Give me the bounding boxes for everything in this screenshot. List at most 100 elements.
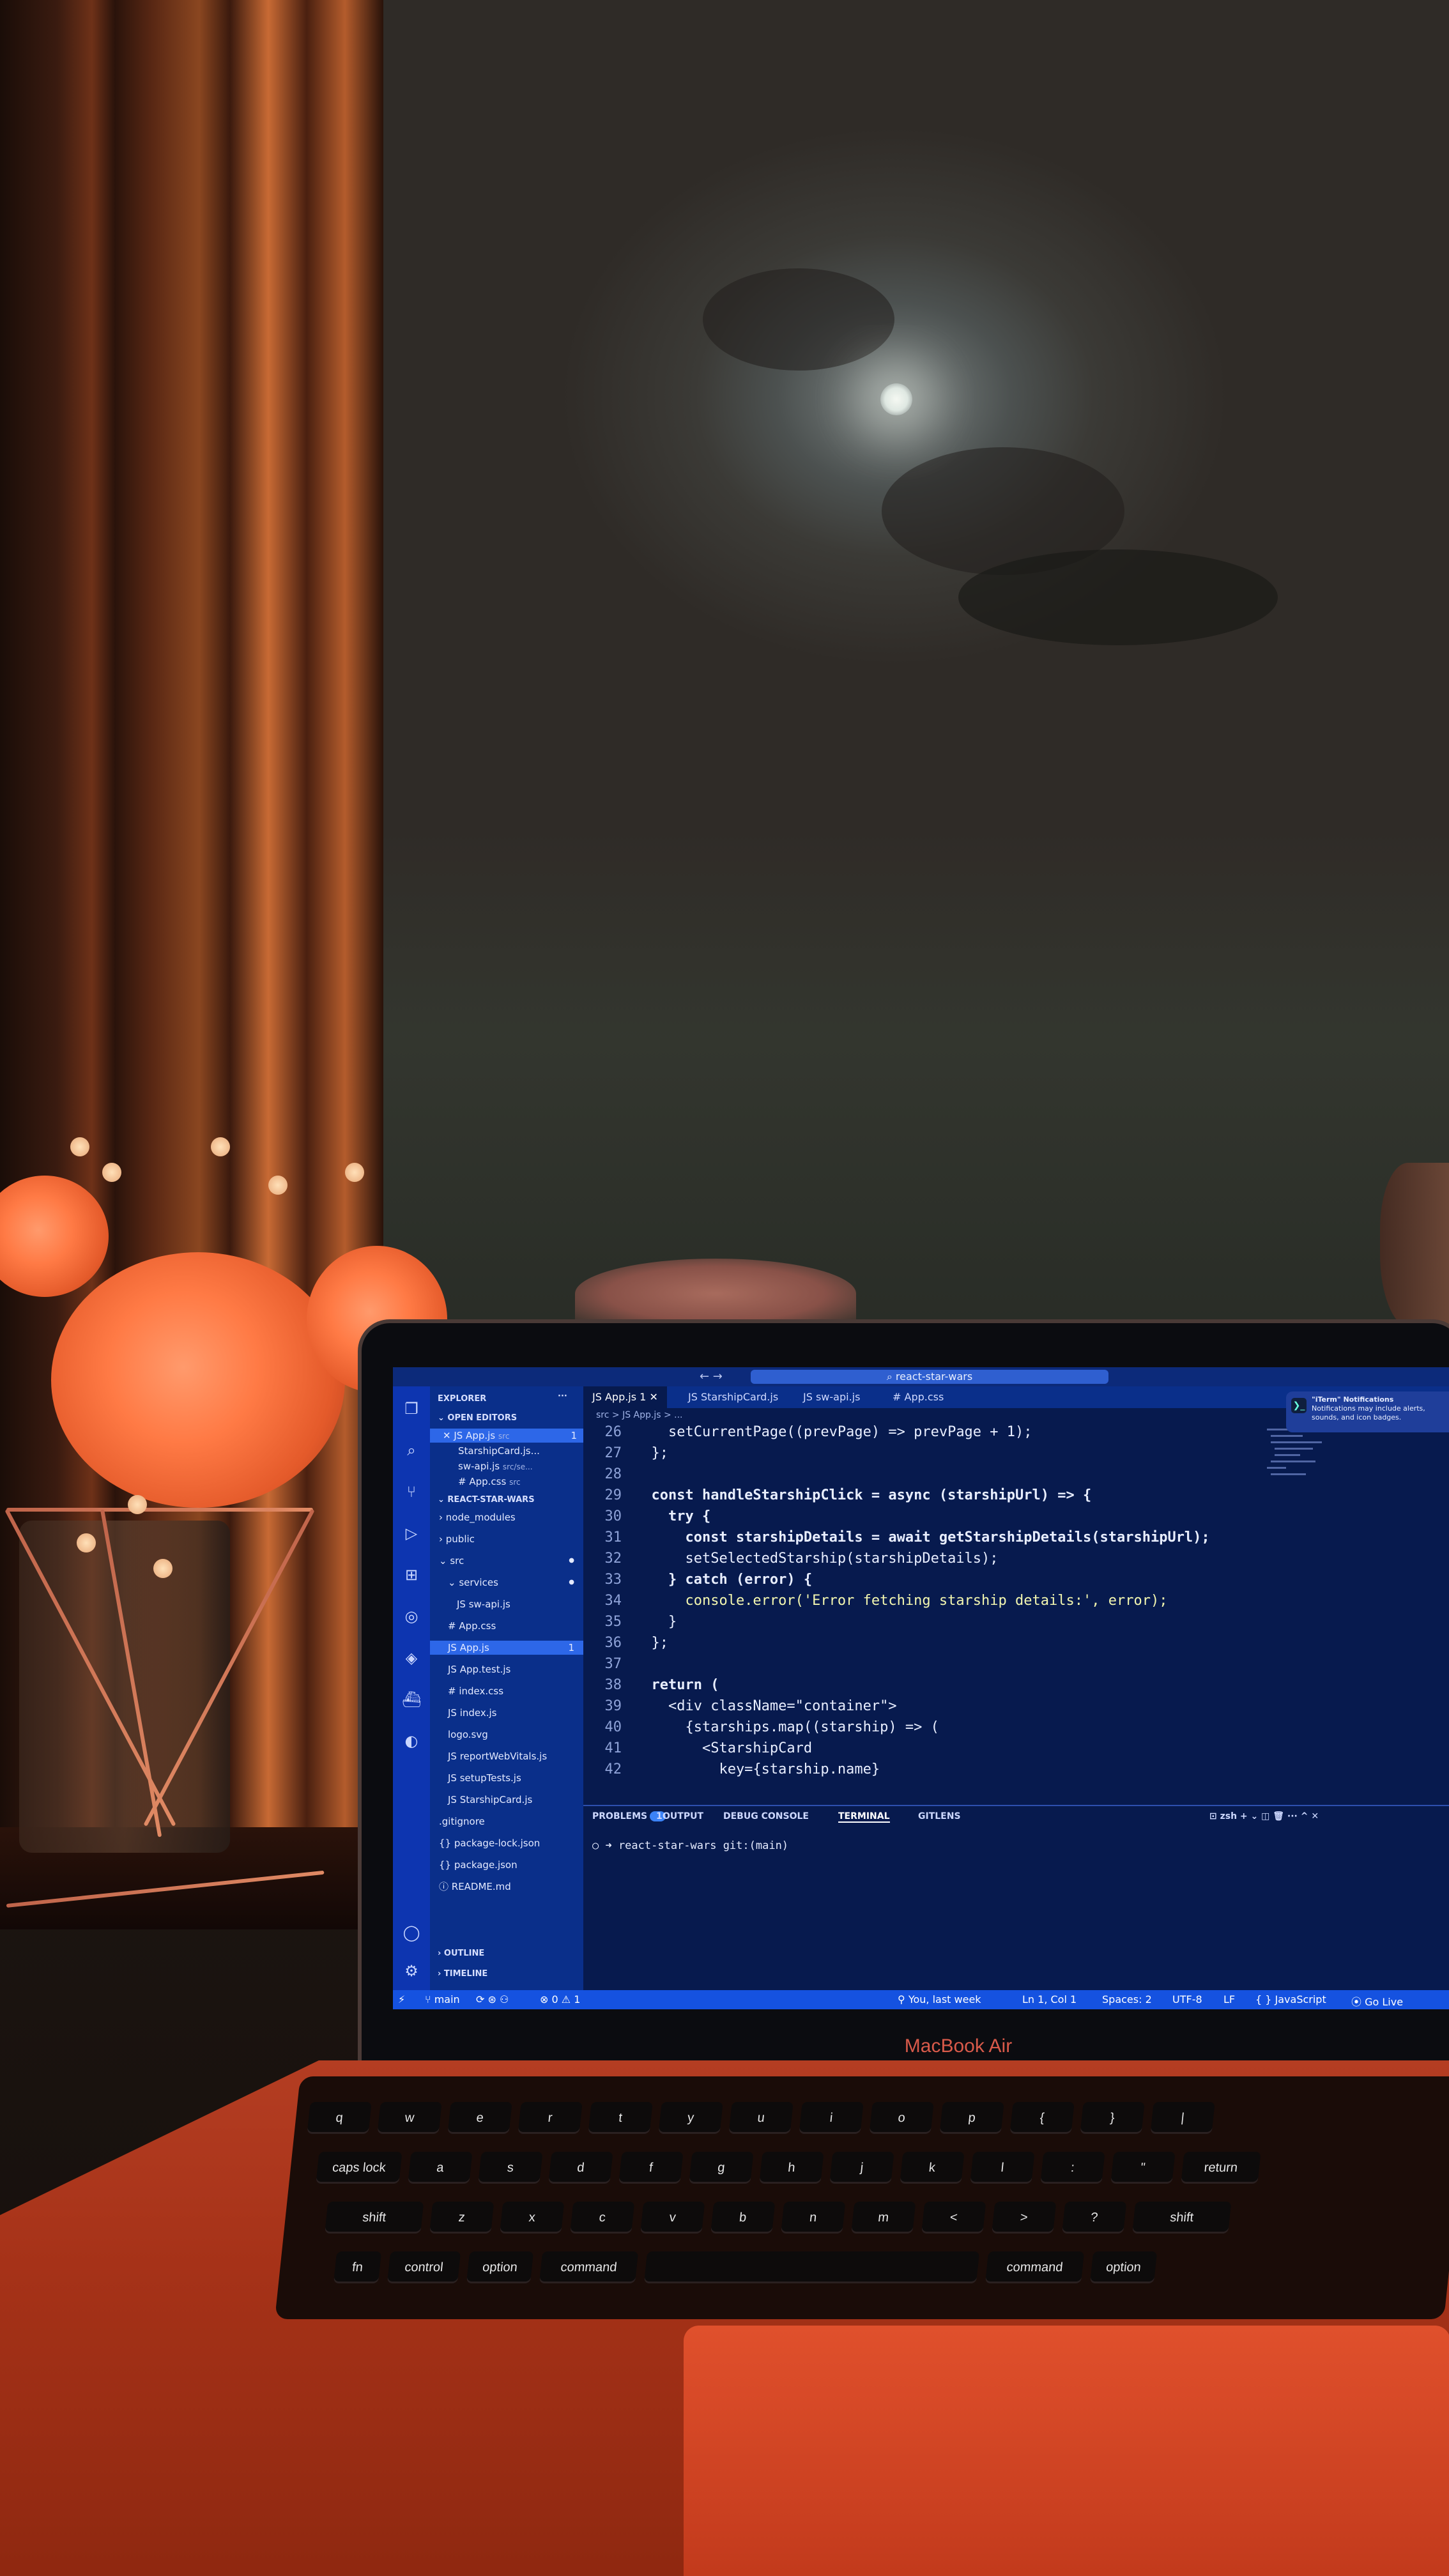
editor-tab[interactable]: # App.css [884,1386,953,1408]
keyboard-key[interactable]: p [939,2102,1004,2134]
branch-indicator[interactable]: ⑂ main [425,1993,460,2005]
file-tree-item[interactable]: ⌄ src ● [430,1554,583,1568]
keyboard-key[interactable]: v [640,2202,705,2234]
trackpad[interactable] [684,2326,1449,2576]
file-tree-item[interactable]: › node_modules [430,1510,583,1524]
keyboard-key[interactable]: j [829,2152,894,2184]
panel-tab[interactable]: TERMINAL [838,1811,890,1823]
keyboard-key[interactable]: y [658,2102,723,2134]
line-ending[interactable]: LF [1223,1993,1235,2005]
problems-indicator[interactable]: ⊗ 0 ⚠ 1 [540,1993,580,2005]
nav-arrows-icon[interactable]: ← → [700,1370,723,1383]
keyboard-key[interactable]: e [447,2102,512,2134]
run-debug-icon[interactable]: ▷ [402,1524,421,1543]
keyboard-key[interactable]: t [588,2102,653,2134]
editor-tab[interactable]: JS App.js 1 ✕ [583,1386,667,1408]
keyboard-key[interactable]: c [570,2202,635,2234]
keyboard-key[interactable]: command [539,2251,639,2283]
cursor-position[interactable]: Ln 1, Col 1 [1022,1993,1077,2005]
open-editor-item[interactable]: ✕ JS App.js src 1 [430,1429,583,1443]
file-tree-item[interactable]: JS App.test.js [430,1662,583,1676]
terminal-prompt[interactable]: ○ ➜ react-star-wars git:(main) [592,1839,788,1852]
docker-icon[interactable]: ⛴ [402,1690,421,1709]
file-tree-item[interactable]: # App.css [430,1619,583,1633]
keyboard-key[interactable]: l [970,2152,1035,2184]
keyboard-key[interactable]: return [1181,2152,1261,2184]
keyboard-key[interactable]: g [689,2152,754,2184]
keyboard-key[interactable]: " [1110,2152,1176,2184]
keyboard-key[interactable]: option [1089,2251,1158,2283]
keyboard-key[interactable]: command [985,2251,1085,2283]
keyboard-key[interactable]: i [799,2102,864,2134]
file-tree-item[interactable]: {} package.json [430,1858,583,1872]
minimap[interactable] [1267,1422,1324,1550]
keyboard-key[interactable]: x [500,2202,565,2234]
file-tree-item[interactable]: › public [430,1532,583,1546]
keyboard-key[interactable]: ? [1062,2202,1127,2234]
file-tree-item[interactable]: {} package-lock.json [430,1836,583,1850]
go-live-button[interactable]: ⦿ Go Live [1351,1993,1403,2009]
git-blame[interactable]: ⚲ You, last week [898,1993,981,2005]
encoding[interactable]: UTF-8 [1172,1993,1202,2005]
keyboard-key[interactable]: shift [325,2202,424,2234]
file-tree-item[interactable]: JS StarshipCard.js [430,1793,583,1807]
file-tree-item[interactable]: JS reportWebVitals.js [430,1749,583,1763]
editor-tab[interactable]: JS StarshipCard.js [679,1386,787,1408]
keyboard-key[interactable]: o [869,2102,934,2134]
space-bar-key[interactable] [643,2251,980,2283]
keyboard-key[interactable]: : [1040,2152,1105,2184]
file-tree-item[interactable]: JS sw-api.js [430,1597,583,1611]
explorer-icon[interactable]: ❐ [402,1399,421,1418]
keyboard-key[interactable]: control [387,2251,461,2283]
open-editor-item[interactable]: sw-api.js src/se... [430,1459,583,1473]
keyboard-key[interactable]: { [1009,2102,1075,2134]
tab-badge-close[interactable]: 1 ✕ [636,1391,658,1403]
open-editor-item[interactable]: StarshipCard.js... [430,1444,583,1458]
keyboard-key[interactable]: < [921,2202,986,2234]
file-tree-item[interactable]: ⓘ README.md [430,1880,583,1894]
account-icon[interactable]: ◯ [402,1923,421,1942]
panel-tab[interactable]: DEBUG CONSOLE [723,1811,809,1821]
keyboard-key[interactable]: n [781,2202,846,2234]
keyboard-key[interactable]: f [618,2152,684,2184]
keyboard-key[interactable]: s [478,2152,543,2184]
keyboard-key[interactable]: q [307,2102,372,2134]
sync-icon[interactable]: ⟳ ⊛ ⚇ [476,1993,509,2005]
source-control-icon[interactable]: ⑂ [402,1482,421,1501]
keyboard-key[interactable]: h [759,2152,824,2184]
file-tree-item[interactable]: .gitignore [430,1814,583,1828]
keyboard-key[interactable]: option [466,2251,534,2283]
file-tree-item[interactable]: JS index.js [430,1706,583,1720]
keyboard-key[interactable]: shift [1132,2202,1232,2234]
keyboard-key[interactable]: r [518,2102,583,2134]
timeline-section[interactable]: › TIMELINE [438,1969,487,1979]
keyboard-key[interactable]: m [851,2202,916,2234]
project-header[interactable]: ⌄ REACT-STAR-WARS [438,1495,535,1505]
iterm-notification-toast[interactable]: ❯_ "iTerm" Notifications Notifications m… [1286,1392,1449,1432]
file-tree-item[interactable]: logo.svg [430,1728,583,1742]
edge-icon[interactable]: ◐ [402,1731,421,1751]
keyboard-key[interactable]: caps lock [316,2152,402,2184]
keyboard-key[interactable]: d [548,2152,613,2184]
extensions-icon[interactable]: ⊞ [402,1565,421,1584]
keyboard-key[interactable]: z [429,2202,494,2234]
command-center[interactable]: ⌕ react-star-wars [751,1370,1108,1384]
outline-section[interactable]: › OUTLINE [438,1949,484,1958]
gitlens-icon[interactable]: ◈ [402,1648,421,1667]
open-editor-item[interactable]: # App.css src [430,1475,583,1489]
file-tree-item[interactable]: JS App.js 1 [430,1641,583,1655]
keyboard-key[interactable]: u [728,2102,793,2134]
keyboard-key[interactable]: k [900,2152,965,2184]
terminal-shell-selector[interactable]: ⊡ zsh + ⌄ ◫ 🗑 ··· ^ ✕ [1209,1811,1319,1821]
keyboard-key[interactable]: w [377,2102,442,2134]
file-tree-item[interactable]: # index.css [430,1684,583,1698]
open-editors-header[interactable]: ⌄ OPEN EDITORS [438,1413,517,1423]
remote-indicator-icon[interactable]: ⚡ [398,1993,405,2005]
panel-tab[interactable]: GITLENS [918,1811,961,1821]
panel-tab[interactable]: OUTPUT [663,1811,703,1821]
keyboard-key[interactable]: b [710,2202,776,2234]
keyboard-key[interactable]: fn [333,2251,382,2283]
close-editor-icon[interactable]: ✕ [443,1430,454,1441]
more-actions-icon[interactable]: ··· [558,1392,567,1401]
file-tree-item[interactable]: JS setupTests.js [430,1771,583,1785]
